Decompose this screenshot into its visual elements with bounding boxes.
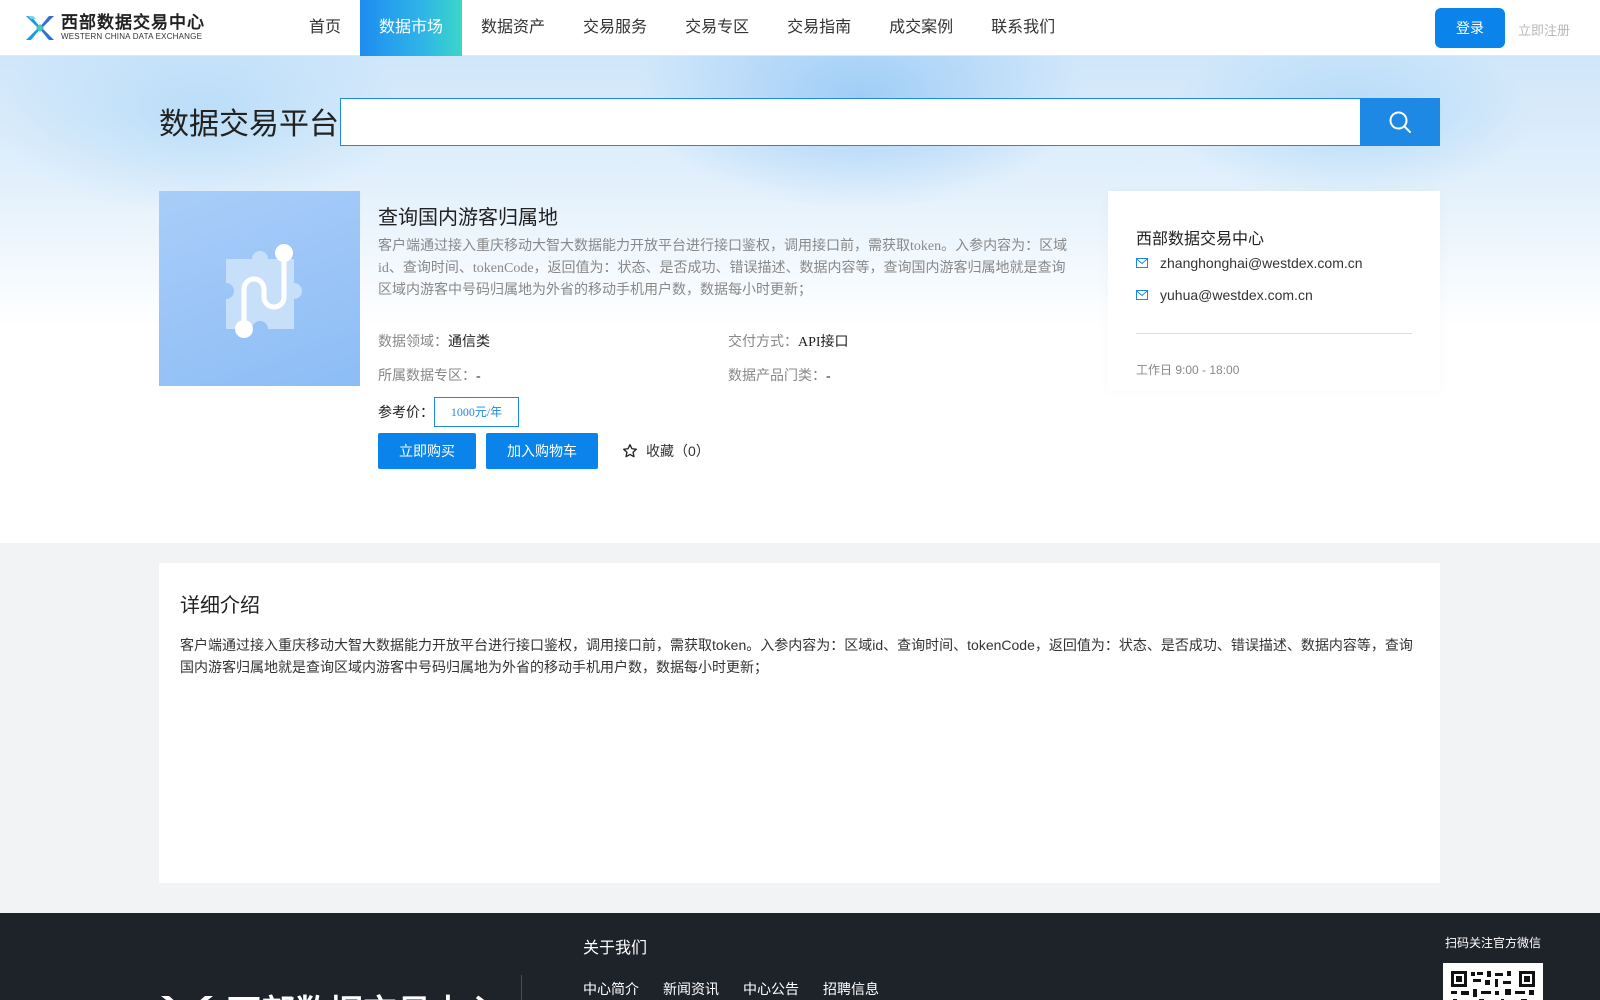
nav-trade-zone[interactable]: 交易专区 (666, 0, 768, 56)
top-header: 西部数据交易中心 WESTERN CHINA DATA EXCHANGE 首页 … (0, 0, 1600, 56)
buy-now-button[interactable]: 立即购买 (378, 433, 476, 469)
contact-email[interactable]: yuhua@westdex.com.cn (1136, 287, 1313, 303)
contact-divider (1136, 333, 1412, 334)
nav-contact[interactable]: 联系我们 (972, 0, 1074, 56)
logo-mark-icon (24, 13, 56, 43)
nav-data-assets[interactable]: 数据资产 (462, 0, 564, 56)
attr-zone: 所属数据专区：- (378, 365, 481, 385)
star-outline-icon (623, 444, 637, 458)
contact-card: 西部数据交易中心 zhanghonghai@westdex.com.cn yuh… (1108, 191, 1440, 391)
attr-key: 交付方式： (728, 335, 798, 350)
attr-value: 通信类 (448, 335, 490, 350)
price-option[interactable]: 1000元/年 (434, 397, 519, 427)
product-title: 查询国内游客归属地 (378, 207, 558, 229)
price-label: 参考价： (378, 406, 434, 421)
nav-trade-services[interactable]: 交易服务 (564, 0, 666, 56)
favorite-button[interactable]: 收藏（0） (622, 441, 710, 461)
site-footer: 西部数据交易中心 关于我们 中心简介 新闻资讯 中心公告 招聘信息 扫码关注官方… (0, 913, 1600, 1000)
favorite-label: 收藏（0） (646, 443, 710, 459)
footer-link-news[interactable]: 新闻资讯 (663, 979, 719, 999)
attr-value: API接口 (798, 335, 849, 350)
email-address: zhanghonghai@westdex.com.cn (1160, 255, 1363, 271)
mail-icon (1136, 290, 1148, 300)
attr-key: 数据产品门类： (728, 369, 826, 384)
attr-value: - (476, 369, 481, 384)
footer-divider (521, 975, 522, 1000)
mail-icon (1136, 258, 1148, 268)
attr-data-domain: 数据领域：通信类 (378, 331, 490, 351)
nav-home[interactable]: 首页 (290, 0, 360, 56)
detail-text: 客户端通过接入重庆移动大智大数据能力开放平台进行接口鉴权，调用接口前，需获取to… (180, 637, 1413, 675)
register-link[interactable]: 立即注册 (1518, 20, 1570, 39)
detail-section: 详细介绍 客户端通过接入重庆移动大智大数据能力开放平台进行接口鉴权，调用接口前，… (159, 563, 1440, 883)
site-logo[interactable]: 西部数据交易中心 WESTERN CHINA DATA EXCHANGE (24, 12, 205, 44)
footer-about-title: 关于我们 (583, 940, 648, 957)
attr-category: 数据产品门类：- (728, 365, 831, 385)
login-button[interactable]: 登录 (1435, 8, 1505, 48)
attr-key: 所属数据专区： (378, 369, 476, 384)
qr-code-icon (1449, 969, 1537, 1000)
search-icon (1389, 111, 1411, 133)
contact-email[interactable]: zhanghonghai@westdex.com.cn (1136, 255, 1363, 271)
nav-data-market[interactable]: 数据市场 (360, 0, 463, 56)
footer-logo-icon (161, 995, 213, 1000)
qr-label: 扫码关注官方微信 (1445, 936, 1542, 950)
add-to-cart-button[interactable]: 加入购物车 (486, 433, 598, 469)
product-image (159, 191, 360, 386)
footer-link-jobs[interactable]: 招聘信息 (823, 979, 879, 999)
contact-name: 西部数据交易中心 (1136, 231, 1265, 248)
product-hero: 数据交易平台 查询国内游客归属地 客户端通过接入重庆移动大智大数据能力开放平台进… (0, 56, 1600, 543)
attr-key: 数据领域： (378, 335, 448, 350)
footer-links: 中心简介 新闻资讯 中心公告 招聘信息 (583, 979, 903, 999)
logo-text: 西部数据交易中心 WESTERN CHINA DATA EXCHANGE (61, 14, 205, 42)
search-button[interactable] (1360, 98, 1440, 146)
search-box (340, 98, 1361, 146)
footer-logo: 西部数据交易中心 (159, 985, 499, 1000)
search-input[interactable] (341, 99, 1360, 145)
logo-cn: 西部数据交易中心 (61, 13, 205, 32)
puzzle-api-icon (225, 243, 302, 338)
logo-en: WESTERN CHINA DATA EXCHANGE (61, 32, 203, 41)
contact-hours: 工作日 9:00 - 18:00 (1136, 363, 1240, 377)
wechat-qr (1443, 963, 1543, 1000)
product-description: 客户端通过接入重庆移动大智大数据能力开放平台进行接口鉴权，调用接口前，需获取to… (378, 239, 1068, 298)
nav-trade-guide[interactable]: 交易指南 (768, 0, 870, 56)
platform-title: 数据交易平台 (159, 108, 339, 141)
nav-cases[interactable]: 成交案例 (870, 0, 972, 56)
footer-link-notices[interactable]: 中心公告 (743, 979, 799, 999)
footer-link-intro[interactable]: 中心简介 (583, 979, 639, 999)
email-address: yuhua@westdex.com.cn (1160, 287, 1313, 303)
main-nav: 首页 数据市场 数据资产 交易服务 交易专区 交易指南 成交案例 联系我们 (290, 0, 1074, 56)
attr-value: - (826, 369, 831, 384)
attr-delivery: 交付方式：API接口 (728, 331, 849, 351)
detail-title: 详细介绍 (180, 595, 260, 617)
footer-logo-text: 西部数据交易中心 (227, 985, 499, 1000)
